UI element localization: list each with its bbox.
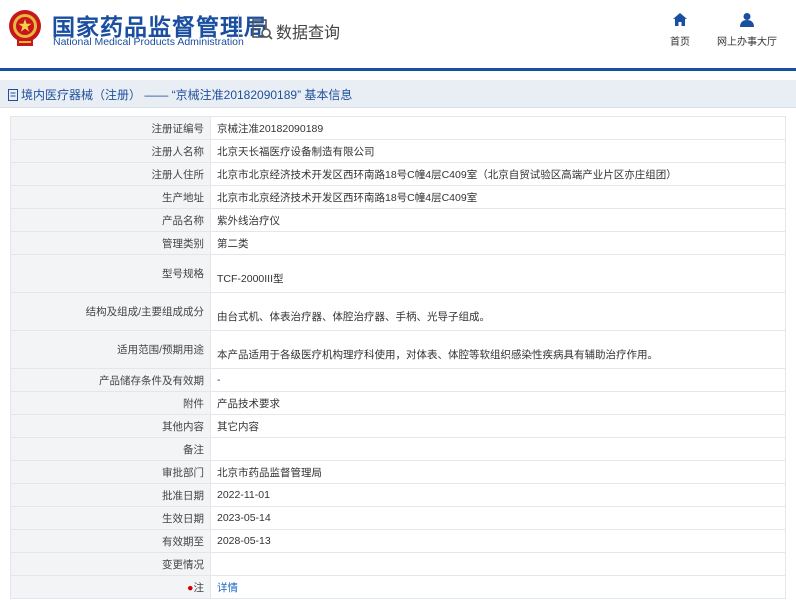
breadcrumb-text: 境内医疗器械（注册） —— “京械注准20182090189” 基本信息 (21, 88, 353, 102)
header-accent-line (0, 68, 796, 71)
field-value: 详情 (210, 575, 786, 599)
field-label: 批准日期 (10, 483, 211, 507)
field-label: 结构及组成/主要组成成分 (10, 292, 211, 331)
field-value: - (210, 368, 786, 392)
table-row: 结构及组成/主要组成成分 由台式机、体表治疗器、体腔治疗器、手柄、光导子组成。 (10, 292, 786, 331)
home-icon (673, 13, 687, 26)
data-query-icon (252, 19, 273, 40)
field-value: 产品技术要求 (210, 391, 786, 415)
field-label: 生产地址 (10, 185, 211, 209)
field-label: 有效期至 (10, 529, 211, 553)
user-icon (740, 13, 754, 27)
field-label: 产品储存条件及有效期 (10, 368, 211, 392)
org-name-en: National Medical Products Administration (53, 36, 244, 48)
table-row: 注册人住所 北京市北京经济技术开发区西环南路18号C幢4层C409室（北京自贸试验… (10, 162, 786, 186)
table-row: 有效期至 2028-05-13 (10, 529, 786, 553)
table-row: ●注 详情 (10, 575, 786, 599)
field-label: 产品名称 (10, 208, 211, 232)
field-label: 变更情况 (10, 552, 211, 576)
field-label: 备注 (10, 437, 211, 461)
field-label: 审批部门 (10, 460, 211, 484)
field-value: 紫外线治疗仪 (210, 208, 786, 232)
table-row: 生效日期 2023-05-14 (10, 506, 786, 530)
table-row: 适用范围/预期用途 本产品适用于各级医疗机构理疗科使用，对体表、体腔等软组织感染性… (10, 330, 786, 369)
field-label: 型号规格 (10, 254, 211, 293)
field-label: 适用范围/预期用途 (10, 330, 211, 369)
table-row: 产品名称 紫外线治疗仪 (10, 208, 786, 232)
field-label: 其他内容 (10, 414, 211, 438)
table-row: 注册人名称 北京天长福医疗设备制造有限公司 (10, 139, 786, 163)
field-value: 2023-05-14 (210, 506, 786, 530)
field-value: 本产品适用于各级医疗机构理疗科使用，对体表、体腔等软组织感染性疾病具有辅助治疗作… (210, 330, 786, 369)
national-emblem-icon (9, 10, 41, 46)
table-row: 注册证编号 京械注准20182090189 (10, 116, 786, 140)
table-row: 型号规格 TCF-2000III型 (10, 254, 786, 293)
field-label: 附件 (10, 391, 211, 415)
table-row: 附件 产品技术要求 (10, 391, 786, 415)
field-label: ●注 (10, 575, 211, 599)
document-icon (8, 89, 18, 101)
field-label: 管理类别 (10, 231, 211, 255)
field-label: 注册人名称 (10, 139, 211, 163)
nav-online-service-hall[interactable]: 网上办事大厅 (716, 12, 778, 48)
header-divider (238, 14, 239, 44)
field-label: 注册人住所 (10, 162, 211, 186)
table-row: 产品储存条件及有效期 - (10, 368, 786, 392)
note-label: 注 (193, 581, 205, 594)
nav-home[interactable]: 首页 (666, 12, 694, 48)
site-header: 国家药品监督管理局 National Medical Products Admi… (0, 0, 796, 68)
field-value: 北京市北京经济技术开发区西环南路18号C幢4层C409室（北京自贸试验区高端产业… (210, 162, 786, 186)
details-link[interactable]: 详情 (217, 582, 238, 594)
field-value: 京械注准20182090189 (210, 116, 786, 140)
field-value (210, 437, 786, 461)
field-value: 北京市药品监督管理局 (210, 460, 786, 484)
table-row: 管理类别 第二类 (10, 231, 786, 255)
field-value: 2022-11-01 (210, 483, 786, 507)
field-label: 生效日期 (10, 506, 211, 530)
data-query-title: 数据查询 (276, 25, 341, 42)
field-value: 由台式机、体表治疗器、体腔治疗器、手柄、光导子组成。 (210, 292, 786, 331)
table-row: 审批部门 北京市药品监督管理局 (10, 460, 786, 484)
breadcrumb: 境内医疗器械（注册） —— “京械注准20182090189” 基本信息 (8, 86, 352, 103)
field-value: 其它内容 (210, 414, 786, 438)
table-row: 备注 (10, 437, 786, 461)
nav-home-label: 首页 (670, 37, 690, 48)
field-value: 北京天长福医疗设备制造有限公司 (210, 139, 786, 163)
breadcrumb-bar: 境内医疗器械（注册） —— “京械注准20182090189” 基本信息 (0, 80, 796, 108)
table-row: 批准日期 2022-11-01 (10, 483, 786, 507)
registration-info-table: 注册证编号 京械注准20182090189 注册人名称 北京天长福医疗设备制造有限公… (10, 116, 786, 599)
nav-online-service-hall-label: 网上办事大厅 (717, 37, 777, 48)
field-value: TCF-2000III型 (210, 254, 786, 293)
field-value (210, 552, 786, 576)
table-row: 变更情况 (10, 552, 786, 576)
field-value: 第二类 (210, 231, 786, 255)
table-row: 其他内容 其它内容 (10, 414, 786, 438)
field-value: 北京市北京经济技术开发区西环南路18号C幢4层C409室 (210, 185, 786, 209)
field-label: 注册证编号 (10, 116, 211, 140)
table-row: 生产地址 北京市北京经济技术开发区西环南路18号C幢4层C409室 (10, 185, 786, 209)
field-value: 2028-05-13 (210, 529, 786, 553)
